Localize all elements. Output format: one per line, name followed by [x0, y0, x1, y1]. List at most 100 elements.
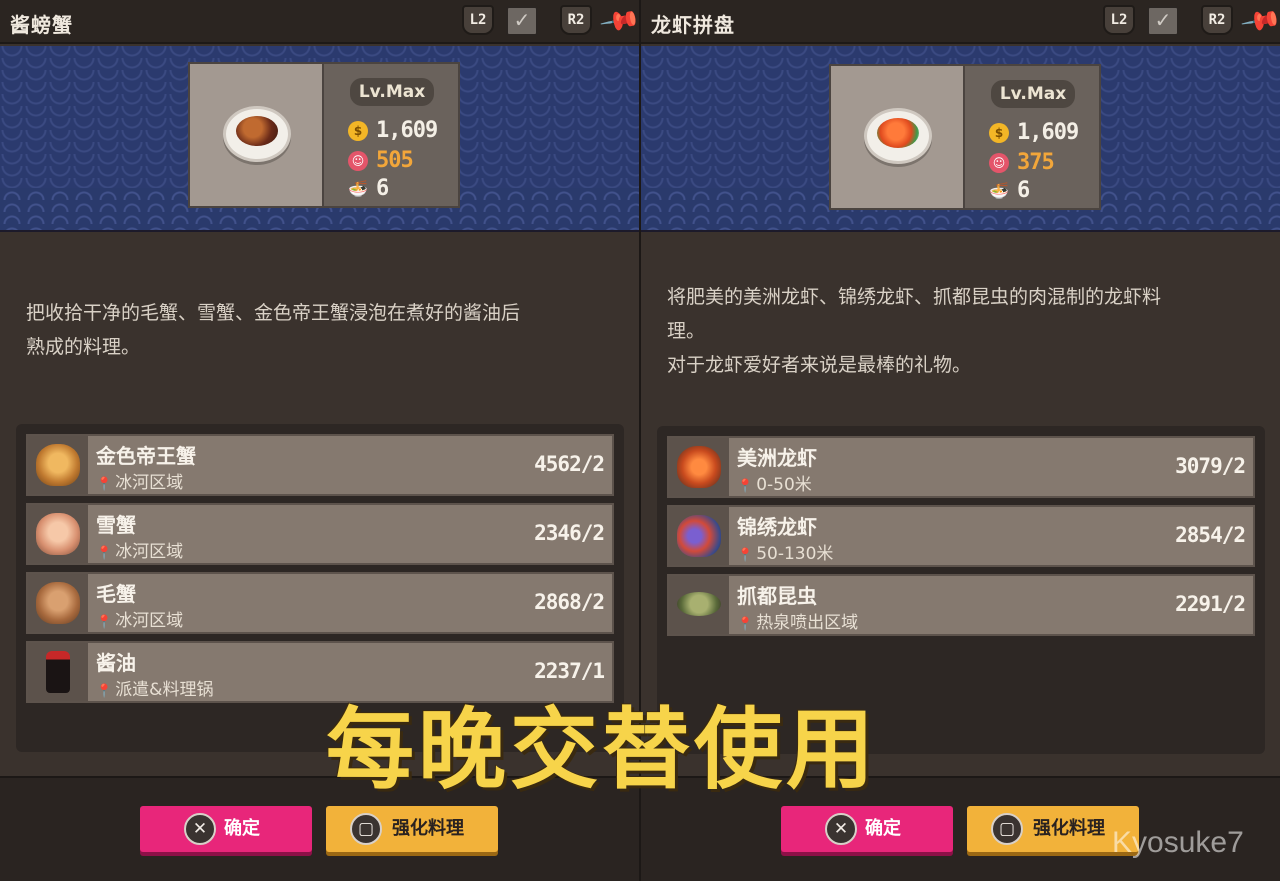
description-line: 熟成的料理。 [26, 336, 141, 358]
square-button-icon: ▢ [350, 813, 382, 845]
ingredient-name: 锦绣龙虾 [737, 515, 817, 539]
soy-sauce-icon [28, 643, 88, 701]
ingredient-row[interactable]: 金色帝王蟹 📍 冰河区域 4562/2 [26, 434, 614, 496]
ingredient-count: 4562/2 [534, 452, 605, 476]
location-pin-icon: 📍 [737, 617, 754, 632]
ingredient-count: 2237/1 [534, 659, 605, 683]
dish-image [831, 66, 965, 208]
dish-stats: Lv.Max $ 1,609 ☺ 375 🍜 6 [967, 66, 1099, 208]
hairy-crab-icon [28, 574, 88, 632]
top-bar: 龙虾拼盘 L2 ✓ R2 📌 [641, 0, 1280, 44]
ingredient-row[interactable]: 酱油 📍 派遣&料理锅 2237/1 [26, 641, 614, 703]
ingredient-row[interactable]: 抓都昆虫 📍 热泉喷出区域 2291/2 [667, 574, 1255, 636]
confirm-button[interactable]: ✕ 确定 [781, 806, 953, 852]
recipe-description: 把收拾干净的毛蟹、雪蟹、金色帝王蟹浸泡在煮好的酱油后 熟成的料理。 [26, 296, 616, 364]
upgrade-label: 强化料理 [392, 818, 464, 839]
description-line: 将肥美的美洲龙虾、锦绣龙虾、抓都昆虫的肉混制的龙虾料 [667, 286, 1162, 308]
dish-card: Lv.Max $ 1,609 ☺ 375 🍜 6 [829, 64, 1101, 210]
l2-button[interactable]: L2 [1103, 5, 1135, 35]
confirm-button[interactable]: ✕ 确定 [140, 806, 312, 852]
checkbox-icon[interactable]: ✓ [1147, 6, 1179, 36]
ingredient-count: 3079/2 [1175, 454, 1246, 478]
sea-bug-icon [669, 576, 729, 634]
ingredient-location: 📍 冰河区域 [96, 611, 184, 631]
description-line: 理。 [667, 320, 706, 342]
recipe-title: 酱螃蟹 [10, 13, 73, 37]
top-bar: 酱螃蟹 L2 ✓ R2 📌 [0, 0, 640, 44]
r2-button[interactable]: R2 [560, 5, 592, 35]
ingredient-row[interactable]: 毛蟹 📍 冰河区域 2868/2 [26, 572, 614, 634]
ingredient-count: 2291/2 [1175, 592, 1246, 616]
location-pin-icon: 📍 [96, 615, 113, 630]
location-pin-icon: 📍 [96, 684, 113, 699]
ingredient-row[interactable]: 锦绣龙虾 📍 50-130米 2854/2 [667, 505, 1255, 567]
location-pin-icon: 📍 [96, 477, 113, 492]
portion-value: 6 [1017, 178, 1030, 203]
price-value: 1,609 [1017, 120, 1079, 145]
snow-crab-icon [28, 505, 88, 563]
ingredient-row[interactable]: 美洲龙虾 📍 0-50米 3079/2 [667, 436, 1255, 498]
taste-stat: ☺ 505 [348, 148, 458, 174]
american-lobster-icon [669, 438, 729, 496]
description-line: 对于龙虾爱好者来说是最棒的礼物。 [667, 354, 972, 376]
taste-face-icon: ☺ [989, 153, 1009, 173]
ingredient-name: 美洲龙虾 [737, 446, 817, 470]
recipe-title: 龙虾拼盘 [651, 13, 735, 37]
price-stat: $ 1,609 [348, 118, 458, 144]
bowl-icon: 🍜 [989, 181, 1009, 200]
ingredient-name: 金色帝王蟹 [96, 444, 196, 468]
ingredient-location: 📍 冰河区域 [96, 542, 184, 562]
overlay-caption: 每晚交替使用 [326, 698, 879, 801]
pin-icon[interactable]: 📌 [1238, 0, 1280, 43]
confirm-label: 确定 [865, 818, 901, 839]
taste-face-icon: ☺ [348, 151, 368, 171]
ingredient-location: 📍 冰河区域 [96, 473, 184, 493]
dish-card: Lv.Max $ 1,609 ☺ 505 🍜 6 [188, 62, 460, 208]
l2-button[interactable]: L2 [462, 5, 494, 35]
portion-value: 6 [376, 176, 389, 201]
portion-stat: 🍜 6 [348, 176, 458, 202]
ingredient-location: 📍 50-130米 [737, 544, 834, 564]
pin-icon[interactable]: 📌 [597, 0, 640, 43]
level-badge: Lv.Max [350, 78, 434, 106]
portion-stat: 🍜 6 [989, 178, 1099, 204]
ingredient-name: 酱油 [96, 651, 136, 675]
watermark: Kyosuke7 [1112, 826, 1244, 859]
golden-king-crab-icon [28, 436, 88, 494]
ingredient-row[interactable]: 雪蟹 📍 冰河区域 2346/2 [26, 503, 614, 565]
ingredient-location: 📍 派遣&料理锅 [96, 680, 214, 700]
square-button-icon: ▢ [991, 813, 1023, 845]
ingredient-location: 📍 0-50米 [737, 475, 812, 495]
price-value: 1,609 [376, 118, 438, 143]
cross-button-icon: ✕ [184, 813, 216, 845]
r2-button[interactable]: R2 [1201, 5, 1233, 35]
taste-stat: ☺ 375 [989, 150, 1099, 176]
ingredient-name: 毛蟹 [96, 582, 136, 606]
ingredient-name: 抓都昆虫 [737, 584, 817, 608]
description-line: 把收拾干净的毛蟹、雪蟹、金色帝王蟹浸泡在煮好的酱油后 [26, 302, 521, 324]
cross-button-icon: ✕ [825, 813, 857, 845]
dish-stats: Lv.Max $ 1,609 ☺ 505 🍜 6 [326, 64, 458, 206]
taste-value: 505 [376, 148, 414, 173]
upgrade-label: 强化料理 [1033, 818, 1105, 839]
location-pin-icon: 📍 [737, 548, 754, 563]
ingredient-count: 2854/2 [1175, 523, 1246, 547]
bowl-icon: 🍜 [348, 179, 368, 198]
level-badge: Lv.Max [991, 80, 1075, 108]
ingredient-count: 2868/2 [534, 590, 605, 614]
ornate-lobster-icon [669, 507, 729, 565]
ingredient-location: 📍 热泉喷出区域 [737, 613, 859, 633]
location-pin-icon: 📍 [737, 479, 754, 494]
ingredient-name: 雪蟹 [96, 513, 136, 537]
checkbox-icon[interactable]: ✓ [506, 6, 538, 36]
price-stat: $ 1,609 [989, 120, 1099, 146]
coin-icon: $ [348, 121, 368, 141]
lobster-platter-dish-icon [877, 118, 919, 148]
braised-crab-dish-icon [236, 116, 278, 146]
location-pin-icon: 📍 [96, 546, 113, 561]
upgrade-dish-button[interactable]: ▢ 强化料理 [326, 806, 498, 852]
ingredient-count: 2346/2 [534, 521, 605, 545]
taste-value: 375 [1017, 150, 1055, 175]
dish-image [190, 64, 324, 206]
coin-icon: $ [989, 123, 1009, 143]
